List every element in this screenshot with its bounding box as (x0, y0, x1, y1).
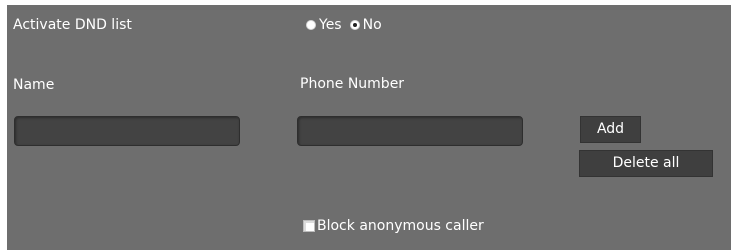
add-button[interactable]: Add (580, 116, 641, 143)
dnd-no-radio[interactable] (349, 20, 360, 30)
phone-number-column-label: Phone Number (300, 76, 405, 92)
block-anonymous-row: Block anonymous caller (303, 218, 484, 234)
delete-all-button[interactable]: Delete all (579, 150, 713, 177)
phone-number-input[interactable] (297, 116, 523, 146)
block-anonymous-checkbox[interactable] (303, 220, 315, 232)
dnd-yes-label[interactable]: Yes (319, 17, 342, 33)
dnd-settings-panel: Activate DND list Yes No Name Phone Numb… (7, 5, 731, 250)
name-column-label: Name (13, 77, 55, 93)
block-anonymous-label[interactable]: Block anonymous caller (317, 218, 484, 234)
dnd-radio-group: Yes No (306, 17, 390, 33)
dnd-no-label[interactable]: No (363, 17, 382, 33)
activate-dnd-list-label: Activate DND list (13, 17, 132, 33)
dnd-yes-radio[interactable] (306, 20, 316, 30)
name-input[interactable] (14, 116, 240, 146)
